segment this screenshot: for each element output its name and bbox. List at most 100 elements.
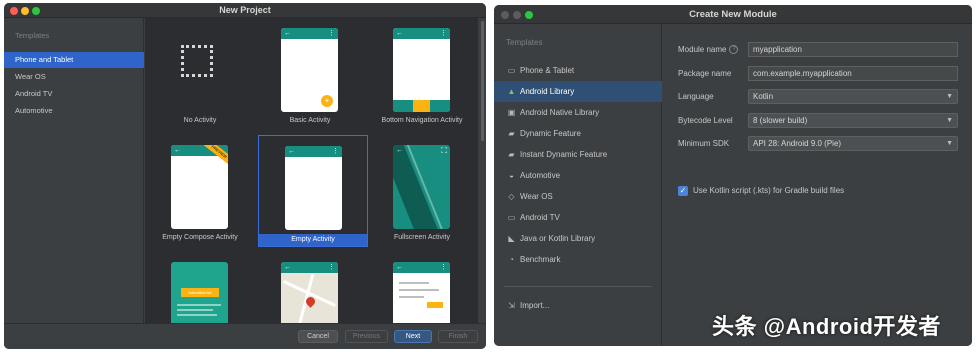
kts-checkbox[interactable]: ✓ <box>678 186 688 196</box>
phone-preview: Interstitial Ad <box>171 262 228 323</box>
sidebar-item-automotive[interactable]: Automotive <box>4 103 144 119</box>
template-maps-activity[interactable]: ← ⋮ <box>255 252 365 323</box>
sidebar-item-label: Automotive <box>520 171 561 180</box>
help-icon[interactable]: ? <box>729 45 739 55</box>
language-select[interactable]: Kotlin ▼ <box>748 89 958 104</box>
import-button[interactable]: ⇲ Import... <box>494 295 662 316</box>
sidebar-divider <box>504 286 652 287</box>
phone-preview: ← ⋮ <box>281 262 338 323</box>
template-settings-activity[interactable]: ← ⋮ <box>367 252 477 323</box>
template-label: Bottom Navigation Activity <box>381 117 463 124</box>
package-name-label: Package name <box>678 69 732 78</box>
cancel-button[interactable]: Cancel <box>298 330 338 343</box>
sidebar-item-android-tv[interactable]: ▭ Android TV <box>494 207 662 228</box>
phone-preview: ← PREVIEW <box>171 145 228 229</box>
template-empty-compose-activity[interactable]: ← PREVIEW Empty Compose Activity <box>145 135 255 247</box>
overflow-menu-icon: ⋮ <box>440 30 447 37</box>
package-name-input[interactable]: com.example.myapplication <box>748 66 958 81</box>
window-title: New Project <box>219 5 271 15</box>
maximize-icon[interactable] <box>525 11 533 19</box>
new-project-window: New Project Templates Phone and Tablet W… <box>4 3 486 349</box>
scrollbar-thumb[interactable] <box>481 21 484 141</box>
template-admob-activity[interactable]: Interstitial Ad <box>145 252 255 323</box>
bytecode-level-select[interactable]: 8 (slower build) ▼ <box>748 113 958 128</box>
back-arrow-icon: ← <box>284 264 291 271</box>
window-titlebar: Create New Module <box>494 5 972 24</box>
finish-button[interactable]: Finish <box>438 330 478 343</box>
template-grid: No Activity ← ⋮ + Basic Activity ← ⋮ Botto… <box>145 18 478 323</box>
benchmark-icon: ◔ <box>509 255 514 264</box>
back-arrow-icon: ← <box>396 147 403 154</box>
module-templates-sidebar: Templates ▭ Phone & Tablet ▲ Android Libra… <box>494 24 662 346</box>
language-label: Language <box>678 92 714 101</box>
fullscreen-expand-icon: ⛶ <box>441 146 447 155</box>
language-value: Kotlin <box>753 92 774 101</box>
template-empty-activity[interactable]: ← ⋮ Empty Activity <box>258 135 368 247</box>
close-icon[interactable] <box>501 11 509 19</box>
sidebar-item-label: Android TV <box>520 213 560 222</box>
folder-icon: ▰ <box>508 129 515 138</box>
sidebar-item-label: Benchmark <box>520 255 561 264</box>
chevron-down-icon: ▼ <box>946 93 953 100</box>
minimum-sdk-label: Minimum SDK <box>678 139 730 148</box>
template-basic-activity[interactable]: ← ⋮ + Basic Activity <box>255 18 365 130</box>
folder-icon: ▰ <box>508 150 515 159</box>
sidebar-item-android-tv[interactable]: Android TV <box>4 86 144 102</box>
interstitial-ad-button: Interstitial Ad <box>181 288 219 297</box>
template-no-activity[interactable]: No Activity <box>145 18 255 130</box>
window-titlebar: New Project <box>4 3 486 18</box>
template-label: No Activity <box>183 117 217 124</box>
import-label: Import... <box>520 301 550 310</box>
minimize-icon[interactable] <box>21 7 29 15</box>
phone-preview: ← ⋮ <box>393 262 450 323</box>
sidebar-item-java-kotlin-library[interactable]: ◣ Java or Kotlin Library <box>494 228 662 249</box>
overflow-menu-icon: ⋮ <box>328 30 335 37</box>
sidebar-item-phone-tablet[interactable]: Phone and Tablet <box>4 52 144 68</box>
sidebar-item-label: Wear OS <box>520 192 553 201</box>
phone-preview: ← ⛶ <box>393 145 450 229</box>
watch-icon: ◇ <box>508 192 515 201</box>
bottom-nav-bar <box>393 100 450 112</box>
sidebar-item-benchmark[interactable]: ◔ Benchmark <box>494 249 662 270</box>
back-arrow-icon: ← <box>396 30 403 37</box>
chevron-down-icon: ▼ <box>946 117 953 124</box>
maximize-icon[interactable] <box>32 7 40 15</box>
template-label: Empty Compose Activity <box>162 234 238 241</box>
sidebar-item-wear-os[interactable]: ◇ Wear OS <box>494 186 662 207</box>
next-button[interactable]: Next <box>394 330 432 343</box>
templates-sidebar: Templates Phone and Tablet Wear OS Andro… <box>4 18 144 349</box>
sidebar-item-label: Phone & Tablet <box>520 66 575 75</box>
phone-preview: ← ⋮ + <box>281 28 338 112</box>
template-label: Fullscreen Activity <box>393 234 451 241</box>
phone-tablet-icon: ▭ <box>507 66 516 75</box>
sidebar-item-label: Dynamic Feature <box>520 129 581 138</box>
sidebar-item-phone-tablet[interactable]: ▭ Phone & Tablet <box>494 60 662 81</box>
template-label: Empty Activity <box>259 234 367 246</box>
module-name-input[interactable]: myapplication <box>748 42 958 57</box>
sidebar-item-wear-os[interactable]: Wear OS <box>4 69 144 85</box>
sidebar-item-automotive[interactable]: ◒ Automotive <box>494 165 662 186</box>
back-arrow-icon: ← <box>174 147 181 154</box>
sidebar-item-label: Java or Kotlin Library <box>520 234 596 243</box>
sidebar-item-label: Android Library <box>520 87 575 96</box>
overflow-menu-icon: ⋮ <box>328 264 335 271</box>
close-icon[interactable] <box>10 7 18 15</box>
tv-icon: ▭ <box>507 213 516 222</box>
kotlin-icon: ◣ <box>508 234 515 243</box>
sidebar-item-android-native-library[interactable]: ▣ Android Native Library <box>494 102 662 123</box>
empty-placeholder-icon <box>181 45 213 77</box>
minimum-sdk-select[interactable]: API 28: Android 9.0 (Pie) ▼ <box>748 136 958 151</box>
sidebar-item-dynamic-feature[interactable]: ▰ Dynamic Feature <box>494 123 662 144</box>
template-label: Basic Activity <box>289 117 331 124</box>
sidebar-item-label: Android Native Library <box>520 108 600 117</box>
minimize-icon[interactable] <box>513 11 521 19</box>
native-library-icon: ▣ <box>507 108 516 117</box>
sidebar-item-instant-dynamic-feature[interactable]: ▰ Instant Dynamic Feature <box>494 144 662 165</box>
back-arrow-icon: ← <box>288 148 295 155</box>
phone-preview: ← ⋮ <box>393 28 450 112</box>
template-fullscreen-activity[interactable]: ← ⛶ Fullscreen Activity <box>367 135 477 247</box>
window-title: Create New Module <box>689 9 777 20</box>
template-bottom-navigation-activity[interactable]: ← ⋮ Bottom Navigation Activity <box>367 18 477 130</box>
previous-button[interactable]: Previous <box>345 330 388 343</box>
sidebar-item-android-library[interactable]: ▲ Android Library <box>494 81 662 102</box>
